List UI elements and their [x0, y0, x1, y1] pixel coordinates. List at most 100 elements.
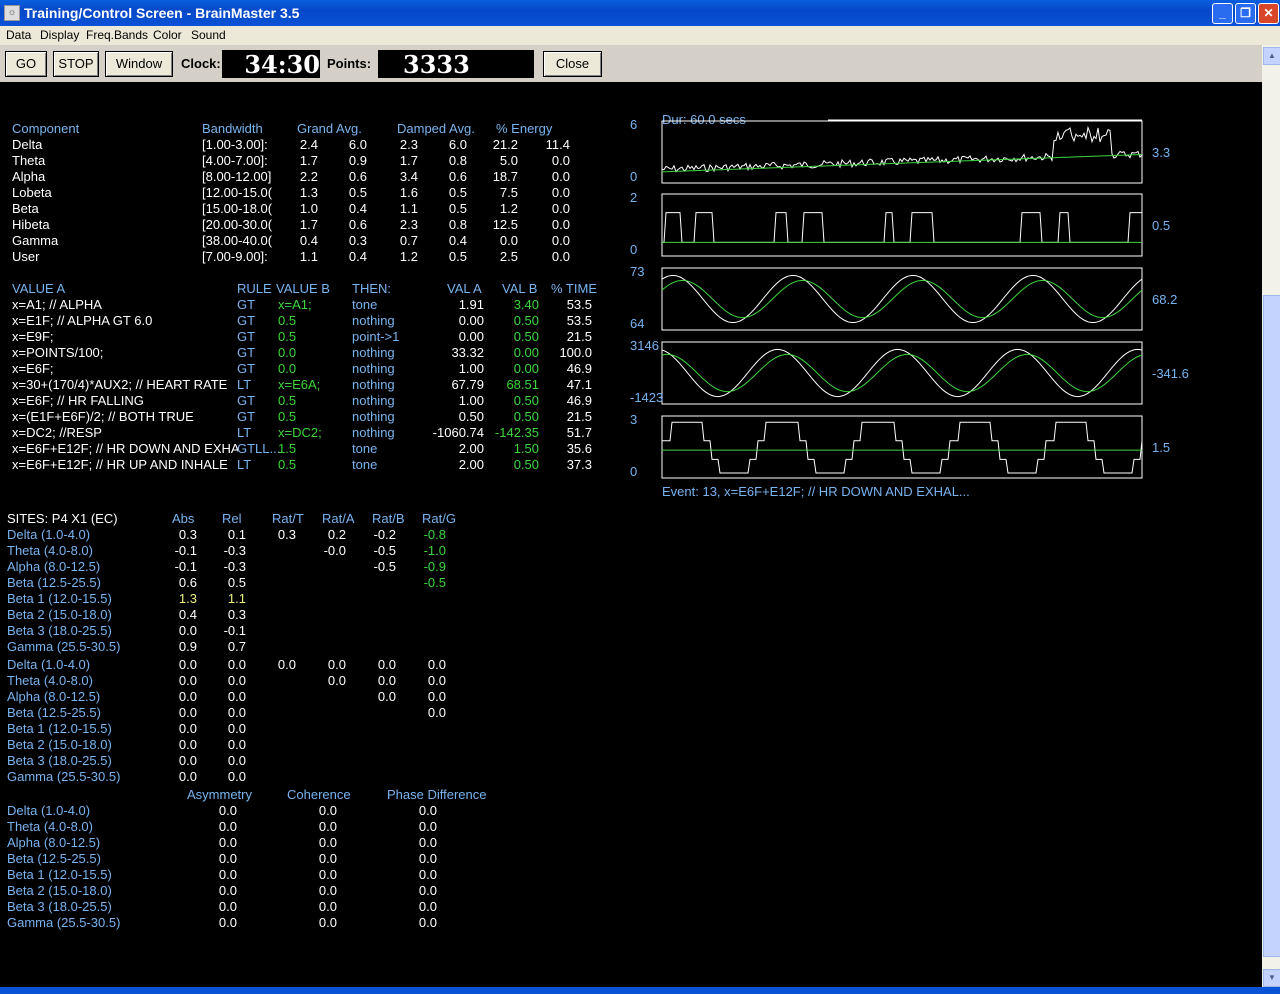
component-name: Theta	[12, 153, 46, 168]
site-band-label: Alpha (8.0-12.5)	[7, 559, 101, 574]
component-name: Lobeta	[12, 185, 52, 200]
site-value: 0.0	[227, 705, 246, 720]
site-band-label: Beta 2 (15.0-18.0)	[7, 607, 112, 622]
rule-value-b: 0.5	[278, 457, 297, 472]
site-value: 0.5	[227, 575, 246, 590]
rule-value-a: x=(E1F+E6F)/2; // BOTH TRUE	[12, 409, 194, 424]
rule-pct-time: 21.5	[566, 329, 592, 344]
site-band-label: Theta (4.0-8.0)	[7, 543, 93, 558]
window-button[interactable]: Window	[105, 51, 173, 77]
graph-threshold-line	[661, 353, 1143, 393]
coherence-header: Coherence	[287, 787, 351, 802]
graph-current-value: 3.3	[1152, 145, 1170, 160]
rule-value-b: 0.5	[278, 329, 297, 344]
menu-display[interactable]: Display	[40, 28, 79, 42]
graph-trace	[661, 348, 1143, 398]
sites-header: Rat/T	[272, 511, 304, 526]
site-band-label: Beta (12.5-25.5)	[7, 575, 101, 590]
menu-freq-bands[interactable]: Freq.Bands	[86, 28, 148, 42]
vertical-scrollbar[interactable]: ▲ ▼	[1262, 45, 1280, 987]
site-value: 0.0	[427, 705, 446, 720]
rule-header: VALUE A	[12, 281, 66, 296]
app-icon: ☼	[4, 5, 20, 21]
menu-data[interactable]: Data	[6, 28, 31, 42]
coherence-value: 0.0	[418, 819, 437, 834]
window-title: Training/Control Screen - BrainMaster 3.…	[24, 5, 300, 21]
rule-value-a: x=A1; // ALPHA	[12, 297, 102, 312]
component-value: 0.0	[551, 153, 570, 168]
site-band-label: Gamma (25.5-30.5)	[7, 769, 121, 784]
scroll-up-icon[interactable]: ▲	[1263, 47, 1280, 65]
rule-operator: GTLL...	[237, 441, 281, 456]
rule-operator: GT	[237, 361, 256, 376]
site-value: 0.0	[227, 769, 246, 784]
rule-pct-time: 46.9	[566, 361, 592, 376]
rule-action: nothing	[352, 409, 395, 424]
coherence-band-label: Theta (4.0-8.0)	[7, 819, 93, 834]
menu-sound[interactable]: Sound	[191, 28, 226, 42]
component-name: Delta	[12, 137, 43, 152]
graph-ymax-label: 2	[630, 190, 637, 205]
maximize-button[interactable]: ❐	[1235, 3, 1256, 24]
rule-operator: GT	[237, 329, 256, 344]
rule-operator: GT	[237, 297, 256, 312]
coherence-header: Asymmetry	[187, 787, 252, 802]
graph-trace	[662, 212, 1142, 243]
coherence-value: 0.0	[418, 867, 437, 882]
close-button[interactable]: Close	[543, 51, 602, 77]
coherence-value: 0.0	[418, 851, 437, 866]
site-value: 0.0	[227, 673, 246, 688]
component-name: Alpha	[12, 169, 46, 184]
rule-header: VALUE B	[276, 281, 330, 296]
graph-ymax-label: 3146	[630, 338, 659, 353]
points-value: 3333	[403, 50, 470, 79]
component-header: Component	[12, 121, 80, 136]
coherence-header: Phase Difference	[387, 787, 487, 802]
coherence-value: 0.0	[318, 803, 337, 818]
graph-ymin-label: 64	[630, 316, 644, 331]
rule-value-a: x=DC2; //RESP	[12, 425, 102, 440]
scroll-thumb[interactable]	[1263, 295, 1280, 957]
component-value: 0.0	[551, 185, 570, 200]
site-value: -0.1	[223, 623, 246, 638]
component-name: User	[12, 249, 40, 264]
site-value: 1.1	[227, 591, 246, 606]
clock-label: Clock:	[181, 56, 221, 71]
rule-value-b: 0.0	[278, 361, 297, 376]
graph-ymin-label: -1423	[630, 390, 663, 405]
coherence-value: 0.0	[318, 899, 337, 914]
rule-action: nothing	[352, 361, 395, 376]
sites-header: Rat/G	[422, 511, 456, 526]
stop-button[interactable]: STOP	[53, 51, 99, 77]
rule-action: point->1	[352, 329, 400, 344]
rule-pct-time: 53.5	[566, 313, 592, 328]
rule-operator: GT	[237, 409, 256, 424]
coherence-value: 0.0	[218, 899, 237, 914]
close-window-button[interactable]: ✕	[1258, 3, 1279, 24]
menu-color[interactable]: Color	[153, 28, 182, 42]
rule-value-a: x=POINTS/100;	[12, 345, 104, 360]
clock-display: 34:30	[222, 50, 320, 79]
graph-current-value: 0.5	[1152, 218, 1170, 233]
component-value: 0.0	[551, 233, 570, 248]
graph-current-value: -341.6	[1152, 366, 1189, 381]
minimize-button[interactable]: _	[1212, 3, 1233, 24]
coherence-value: 0.0	[218, 803, 237, 818]
rule-pct-time: 46.9	[566, 393, 592, 408]
rule-pct-time: 53.5	[566, 297, 592, 312]
site-value: 0.0	[227, 689, 246, 704]
go-button[interactable]: GO	[5, 51, 47, 77]
coherence-value: 0.0	[218, 915, 237, 930]
rule-value-a: x=E9F;	[12, 329, 54, 344]
site-band-label: Delta (1.0-4.0)	[7, 527, 91, 542]
rule-operator: GT	[237, 345, 256, 360]
coherence-value: 0.0	[318, 867, 337, 882]
component-header: Damped Avg.	[397, 121, 475, 136]
rule-action: tone	[352, 441, 378, 456]
coherence-value: 0.0	[418, 835, 437, 850]
rule-action: tone	[352, 297, 378, 312]
coherence-value: 0.0	[318, 835, 337, 850]
rule-action: nothing	[352, 393, 395, 408]
coherence-band-label: Alpha (8.0-12.5)	[7, 835, 101, 850]
scroll-down-icon[interactable]: ▼	[1263, 969, 1280, 987]
